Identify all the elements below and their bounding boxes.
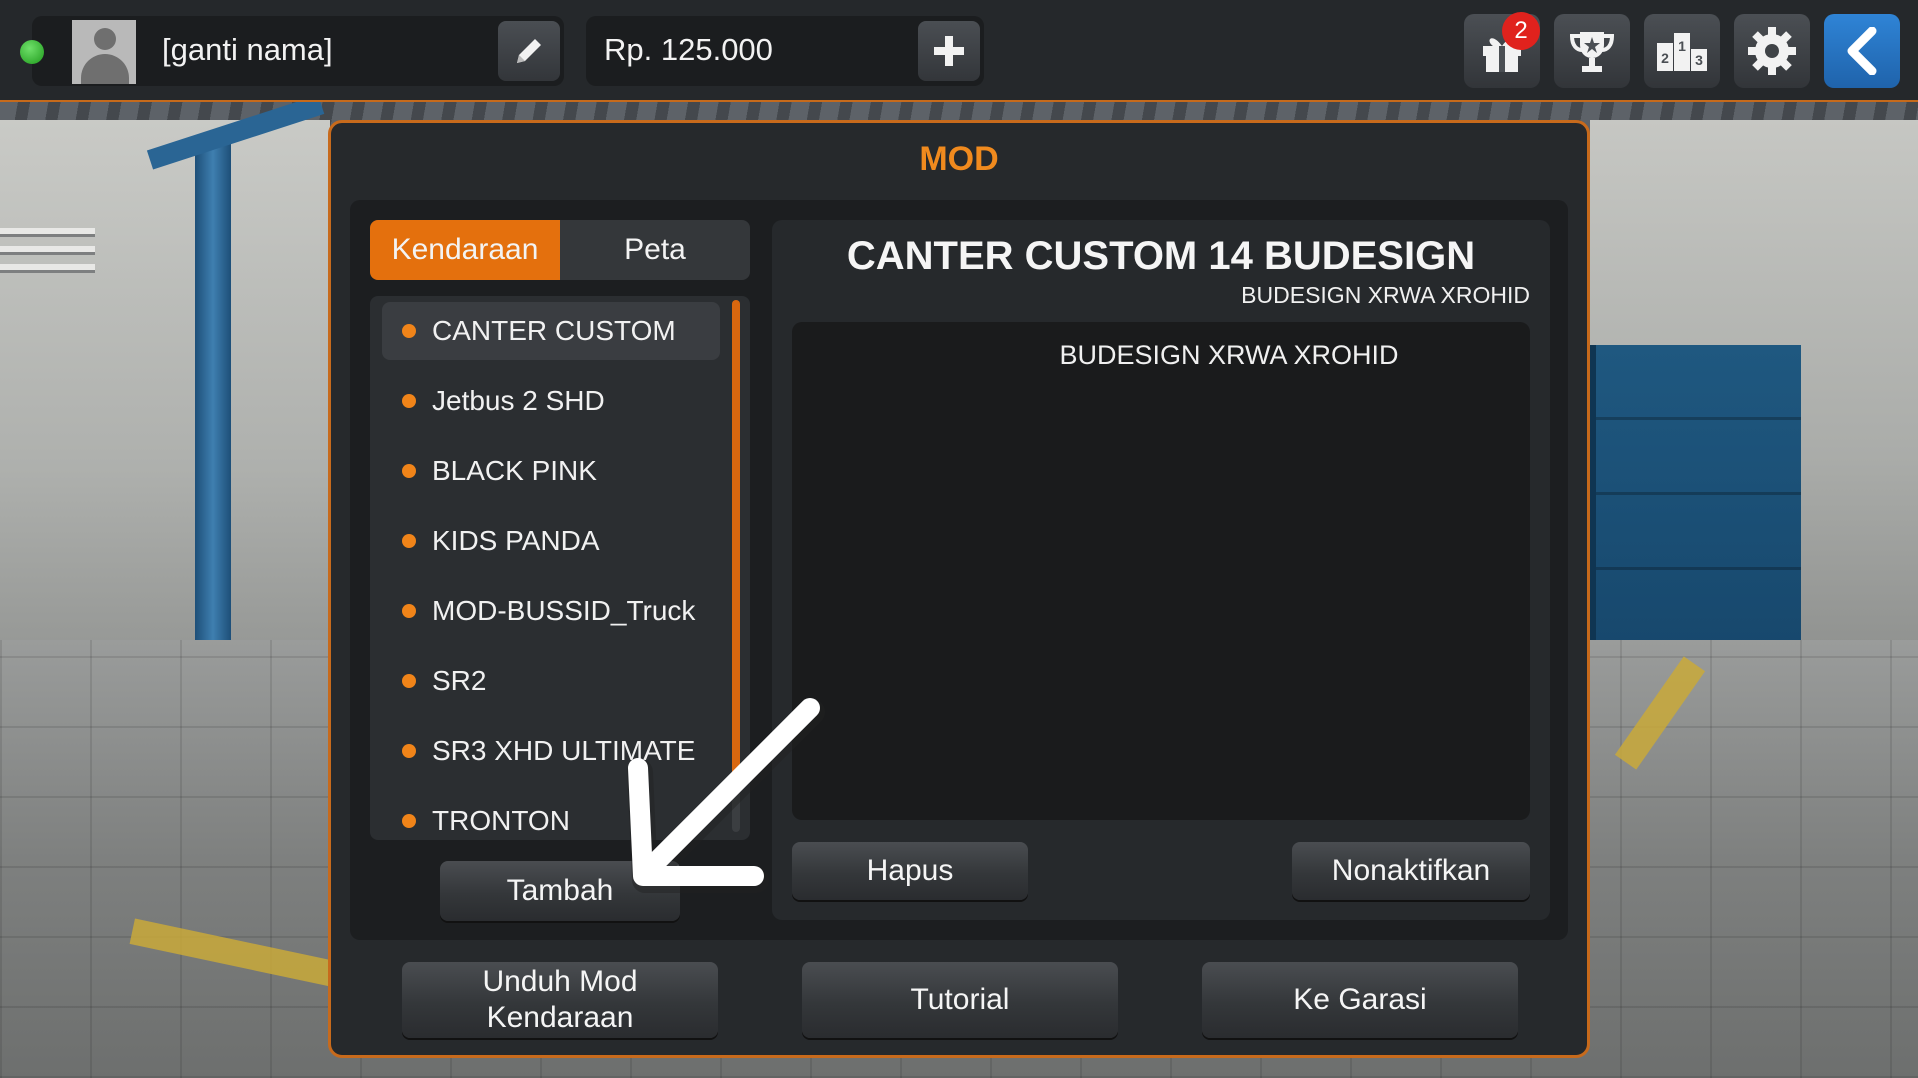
garage-left-wall	[0, 120, 330, 700]
avatar-body	[81, 54, 129, 84]
mod-description-box	[792, 322, 1530, 820]
unduh-mod-label-line2: Kendaraan	[486, 1001, 634, 1034]
bullet-dot-icon	[402, 534, 416, 548]
avatar-head	[94, 28, 116, 50]
player-name[interactable]: [ganti nama]	[162, 32, 333, 68]
unduh-mod-kendaraan-button[interactable]: Unduh Mod Kendaraan	[402, 962, 718, 1038]
hapus-button[interactable]: Hapus	[792, 842, 1028, 900]
tambah-button[interactable]: Tambah	[440, 861, 680, 921]
bullet-dot-icon	[402, 744, 416, 758]
top-bar: [ganti nama] Rp. 125.000 2 2 1 3	[0, 0, 1918, 102]
bullet-dot-icon	[402, 674, 416, 688]
pencil-icon	[517, 39, 541, 63]
tab-peta[interactable]: Peta	[560, 220, 750, 280]
garage-door	[1590, 345, 1801, 645]
achievements-button[interactable]	[1554, 14, 1630, 88]
edit-name-button[interactable]	[498, 21, 560, 81]
nonaktifkan-button[interactable]: Nonaktifkan	[1292, 842, 1530, 900]
list-item[interactable]: CANTER CUSTOM	[382, 302, 720, 360]
online-status-icon	[20, 40, 44, 64]
leaderboard-button[interactable]: 2 1 3	[1644, 14, 1720, 88]
list-item-label: SR2	[432, 665, 487, 696]
list-item-label: TRONTON	[432, 805, 570, 836]
list-item[interactable]: SR2	[382, 652, 720, 710]
bullet-dot-icon	[402, 604, 416, 618]
list-item-label: MOD-BUSSID_Truck	[432, 595, 696, 626]
back-button[interactable]	[1824, 14, 1900, 88]
wall-vent	[0, 264, 95, 270]
svg-text:1: 1	[1678, 38, 1686, 54]
list-item[interactable]: Jetbus 2 SHD	[382, 372, 720, 430]
list-item[interactable]: BLACK PINK	[382, 442, 720, 500]
wall-vent	[0, 228, 95, 234]
mod-title: CANTER CUSTOM 14 BUDESIGN	[846, 234, 1476, 278]
svg-text:2: 2	[1661, 50, 1669, 66]
tutorial-button[interactable]: Tutorial	[802, 962, 1118, 1038]
mod-description: BUDESIGN XRWA XROHID	[1059, 340, 1399, 370]
tab-kendaraan[interactable]: Kendaraan	[370, 220, 560, 280]
list-item-label: CANTER CUSTOM	[432, 315, 676, 346]
bullet-dot-icon	[402, 814, 416, 828]
list-item[interactable]: SR3 XHD ULTIMATE	[382, 722, 720, 780]
unduh-mod-label-line1: Unduh Mod	[482, 965, 638, 998]
svg-text:3: 3	[1695, 52, 1703, 68]
gear-icon	[1748, 27, 1796, 75]
steel-pillar	[195, 140, 231, 660]
ke-garasi-button[interactable]: Ke Garasi	[1202, 962, 1518, 1038]
list-item[interactable]: KIDS PANDA	[382, 512, 720, 570]
trophy-icon	[1569, 32, 1615, 72]
podium-icon: 2 1 3	[1657, 33, 1707, 71]
plus-icon	[934, 36, 964, 66]
list-item-label: SR3 XHD ULTIMATE	[432, 735, 696, 766]
mod-list-scroll-thumb[interactable]	[732, 300, 740, 780]
list-item-label: BLACK PINK	[432, 455, 597, 486]
bullet-dot-icon	[402, 394, 416, 408]
avatar-icon[interactable]	[72, 20, 136, 84]
bullet-dot-icon	[402, 324, 416, 338]
list-item[interactable]: TRONTON	[382, 792, 720, 850]
bullet-dot-icon	[402, 464, 416, 478]
wall-vent	[0, 246, 95, 252]
mod-author: BUDESIGN XRWA XROHID	[1241, 282, 1530, 308]
chevron-left-icon	[1847, 27, 1877, 75]
list-item[interactable]: MOD-BUSSID_Truck	[382, 582, 720, 640]
dialog-title: MOD	[919, 140, 999, 178]
add-money-button[interactable]	[918, 21, 980, 81]
list-item-label: Jetbus 2 SHD	[432, 385, 605, 416]
money-balance: Rp. 125.000	[604, 32, 773, 67]
list-item-label: KIDS PANDA	[432, 525, 600, 556]
notification-badge: 2	[1502, 12, 1540, 50]
settings-button[interactable]	[1734, 14, 1810, 88]
